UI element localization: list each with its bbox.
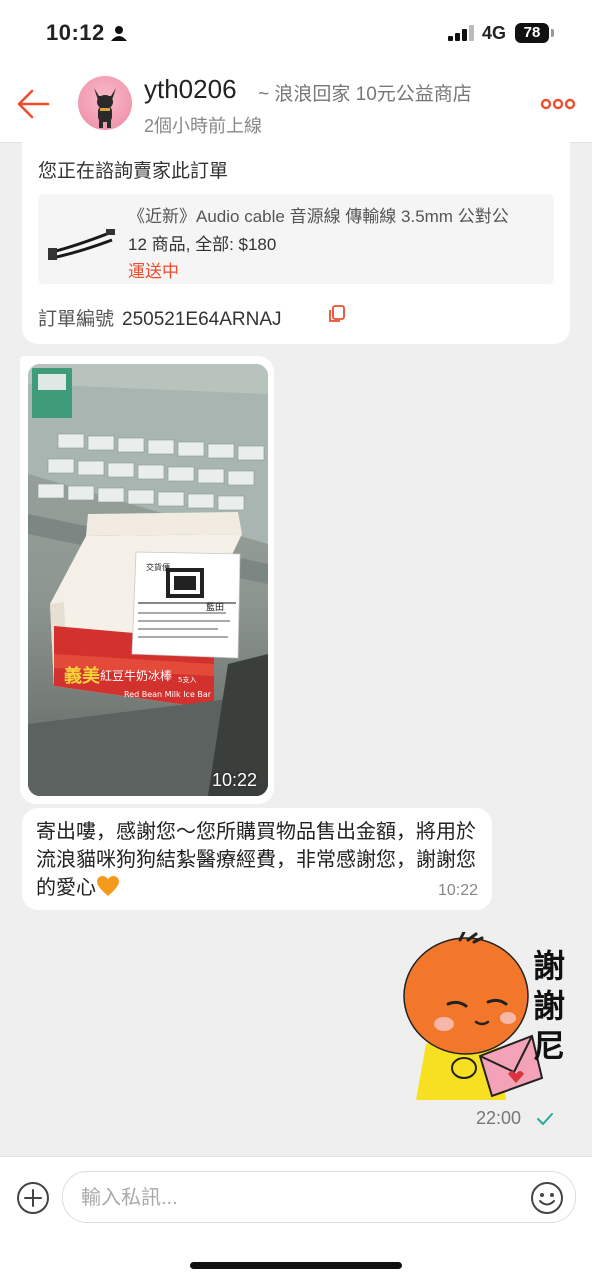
order-inquiry-card: 您正在諮詢賣家此訂單 《近新》Audio cable 音源線 傳輸線 3.5mm…: [22, 142, 570, 344]
box-product-text: 紅豆牛奶冰棒: [100, 668, 172, 683]
order-number-label: 訂單編號: [38, 309, 115, 330]
last-seen: 2個小時前上線: [144, 116, 263, 136]
image-message-time: 10:22: [212, 770, 258, 790]
signal-icon: [448, 25, 474, 41]
slip-recipient: 藍田: [206, 601, 224, 613]
network-type: 4G: [482, 23, 507, 43]
sticker-caption: 謝謝尼: [532, 948, 565, 1064]
sent-check-icon: [537, 1113, 553, 1125]
seller-avatar[interactable]: [78, 76, 132, 130]
order-product[interactable]: 《近新》Audio cable 音源線 傳輸線 3.5mm 公對公 12 商品,…: [38, 194, 554, 284]
order-card-title: 您正在諮詢賣家此訂單: [38, 161, 229, 182]
product-quantity-total: 12 商品, 全部: $180: [128, 235, 277, 254]
slip-title: 交貨便: [146, 562, 170, 572]
box-product-en-text: Red Bean Milk Ice Bar: [124, 690, 212, 699]
emoji-icon[interactable]: [530, 1181, 564, 1215]
box-brand-text: 義美: [64, 665, 100, 687]
back-arrow-icon[interactable]: [14, 86, 54, 122]
text-message: 寄出嘍，感謝您～您所購買物品售出金額，將用於流浪貓咪狗狗結紮醫療經費，非常感謝您…: [22, 808, 492, 910]
more-icon[interactable]: [540, 98, 576, 110]
message-input-wrapper: [62, 1171, 576, 1223]
box-pieces-text: 5支入: [178, 675, 196, 684]
battery-level: 78: [515, 23, 549, 43]
shipping-status: 運送中: [128, 262, 179, 281]
product-name: 《近新》Audio cable 音源線 傳輸線 3.5mm 公對公: [128, 207, 509, 226]
package-photo[interactable]: 交貨便 藍田 義美 紅豆牛奶冰棒 Red Bean Milk Ice Bar 5…: [28, 364, 268, 796]
home-indicator[interactable]: [190, 1262, 402, 1269]
order-number: 250521E64ARNAJ: [122, 309, 282, 330]
battery-tip: [551, 29, 554, 37]
message-input[interactable]: [79, 1182, 513, 1214]
sticker-message[interactable]: 謝謝尼: [402, 930, 572, 1102]
orange-heart-icon: [97, 876, 119, 896]
text-message-time: 10:22: [437, 882, 478, 899]
chat-header: yth0206 ~ 浪浪回家 10元公益商店 2個小時前上線: [0, 66, 592, 143]
dog-illustration: [94, 88, 116, 128]
plus-icon[interactable]: [16, 1181, 50, 1215]
sticker-message-time: 22:00: [476, 1108, 522, 1128]
order-number-row: 訂單編號 250521E64ARNAJ: [38, 304, 282, 331]
person-icon: [111, 26, 127, 41]
copy-icon[interactable]: [328, 305, 346, 323]
status-time: 10:12: [46, 20, 105, 45]
seller-name[interactable]: yth0206: [144, 74, 237, 105]
text-message-body: 寄出嘍，感謝您～您所購買物品售出金額，將用於流浪貓咪狗狗結紮醫療經費，非常感謝您…: [36, 818, 476, 902]
status-bar: 10:12 4G 78: [0, 0, 592, 66]
product-thumbnail: [46, 202, 118, 274]
image-message: 交貨便 藍田 義美 紅豆牛奶冰棒 Red Bean Milk Ice Bar 5…: [20, 356, 274, 804]
package-photo-illustration: 交貨便 藍田 義美 紅豆牛奶冰棒 Red Bean Milk Ice Bar 5…: [28, 364, 268, 796]
shop-name: ~ 浪浪回家 10元公益商店: [258, 84, 472, 105]
